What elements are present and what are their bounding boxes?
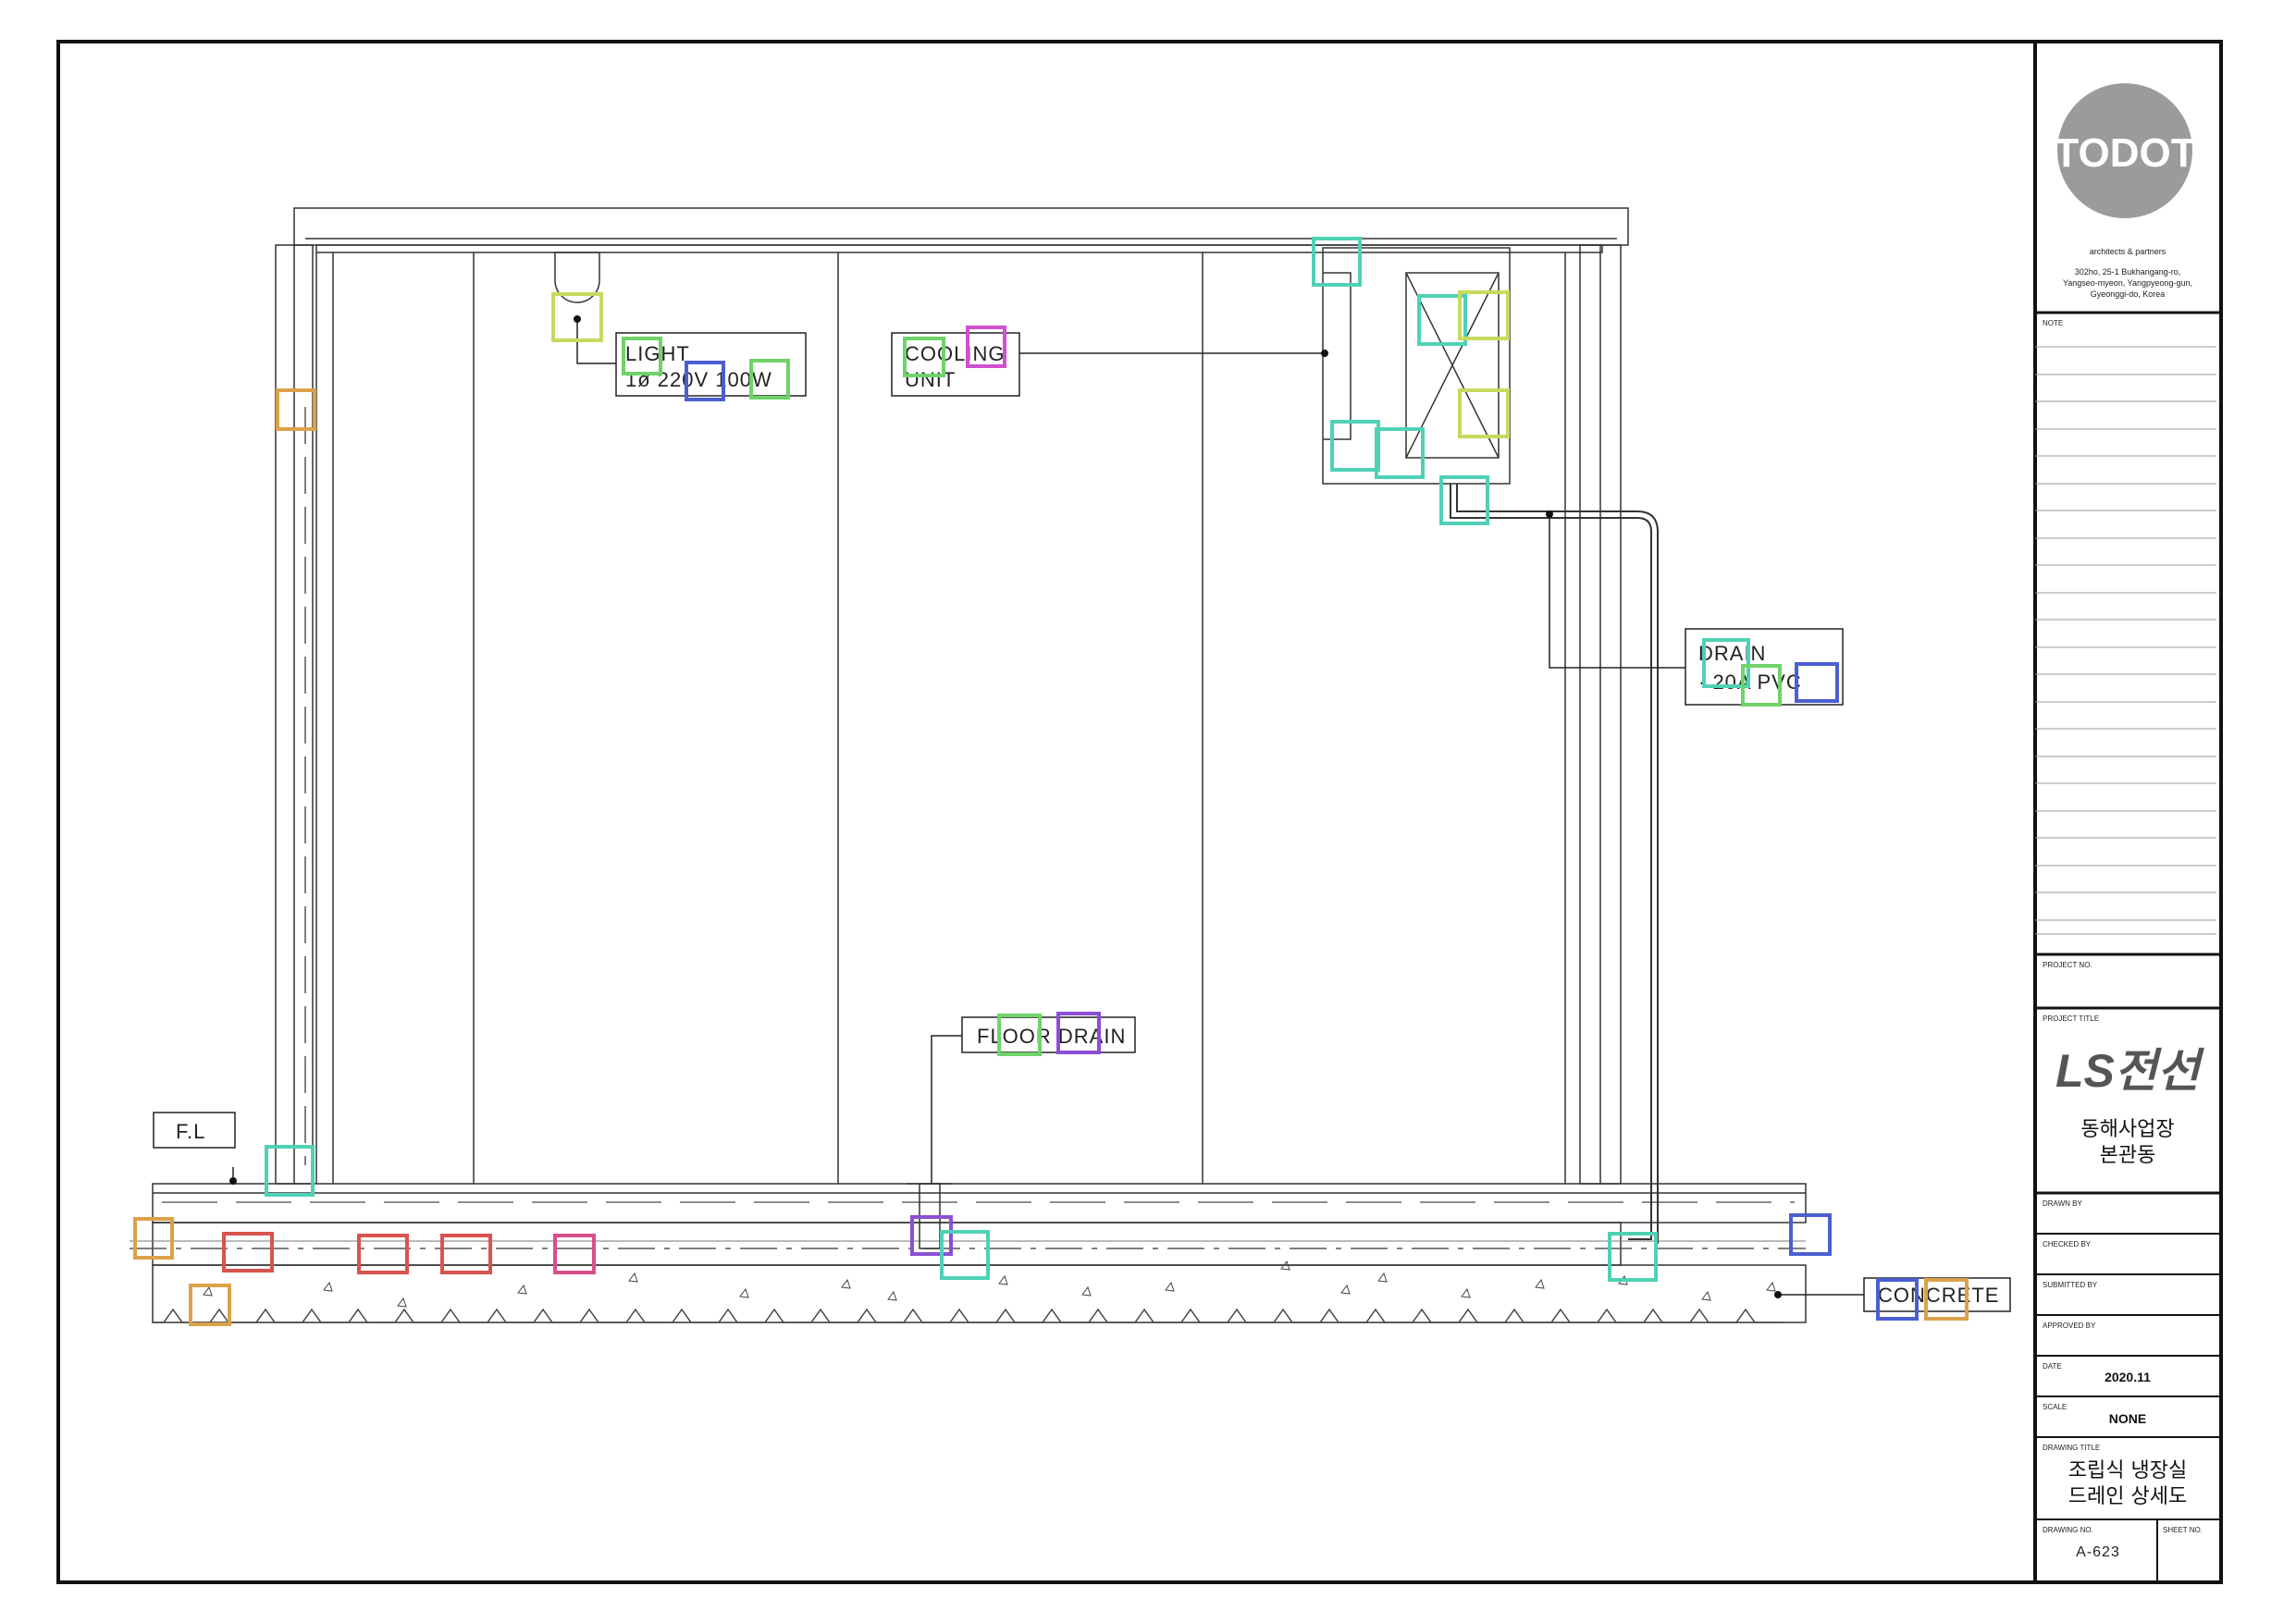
todot-logo-text: TODOT [2054, 130, 2195, 176]
fl-label: F.L [153, 1112, 236, 1149]
drain-label-line1: DRAIN [1698, 642, 1766, 665]
sheet-border [56, 40, 2223, 1584]
marker-teal[interactable] [1330, 420, 1380, 472]
submitted-by-caption: SUBMITTED BY [2043, 1281, 2098, 1289]
light-label-line1: LIGHT [625, 342, 690, 365]
approved-by-caption: APPROVED BY [2043, 1322, 2096, 1330]
floor-drain-label: FLOOR DRAIN [961, 1016, 1136, 1053]
drawing-title-line2: 드레인 상세도 [2068, 1485, 2187, 1508]
fl-label-text: F.L [176, 1120, 205, 1143]
drawing-title-line1: 조립식 냉장실 [2068, 1459, 2187, 1482]
cooling-unit-label-line1: COOLING [905, 342, 1005, 365]
firm-address-line3: Gyeonggi-do, Korea [2091, 289, 2166, 299]
concrete-label-text: CONCRETE [1878, 1284, 1999, 1307]
drawing-title-caption: DRAWING TITLE [2043, 1444, 2100, 1452]
date-value: 2020.11 [2105, 1370, 2151, 1384]
firm-tagline: architects & partners [2090, 247, 2166, 256]
project-title-line2: 본관동 [2100, 1144, 2156, 1167]
checked-by-caption: CHECKED BY [2043, 1240, 2092, 1248]
title-block: TODOT architects & partners 302ho, 25-1 … [2035, 83, 2221, 1582]
drawn-by-caption: DRAWN BY [2043, 1199, 2082, 1208]
sheet-no-caption: SHEET NO. [2163, 1526, 2203, 1534]
drawing-no-value: A-623 [2076, 1544, 2120, 1560]
project-no-caption: PROJECT NO. [2043, 961, 2092, 969]
svg-text:LS전선: LS전선 [2055, 1045, 2205, 1097]
ls-cable-logo: LS전선 [2055, 1045, 2205, 1097]
concrete-label: CONCRETE [1863, 1277, 2011, 1312]
project-title-caption: PROJECT TITLE [2043, 1014, 2099, 1023]
scale-value: NONE [2109, 1411, 2146, 1426]
marker-orange[interactable] [133, 1217, 174, 1260]
leader-lines [232, 319, 1864, 1296]
project-title-line1: 동해사업장 [2080, 1118, 2174, 1141]
marker-teal[interactable] [1375, 427, 1425, 479]
drawing-no-caption: DRAWING NO. [2043, 1526, 2093, 1534]
date-caption: DATE [2043, 1362, 2062, 1371]
marker-teal[interactable] [265, 1145, 315, 1197]
firm-address-line2: Yangseo-myeon, Yangpyeong-gun, [2063, 278, 2192, 288]
firm-address-line1: 302ho, 25-1 Bukhangang-ro, [2075, 267, 2181, 277]
annotation-markers [133, 237, 1969, 1326]
cooling-unit-label-line2: UNIT [905, 368, 956, 391]
scale-caption: SCALE [2043, 1403, 2067, 1411]
marker-orange[interactable] [276, 388, 316, 431]
drain-detail-drawing: LIGHT 1ø 220V 100W COOLING UNIT DRAIN · … [56, 40, 2223, 1584]
note-caption: NOTE [2043, 319, 2063, 327]
